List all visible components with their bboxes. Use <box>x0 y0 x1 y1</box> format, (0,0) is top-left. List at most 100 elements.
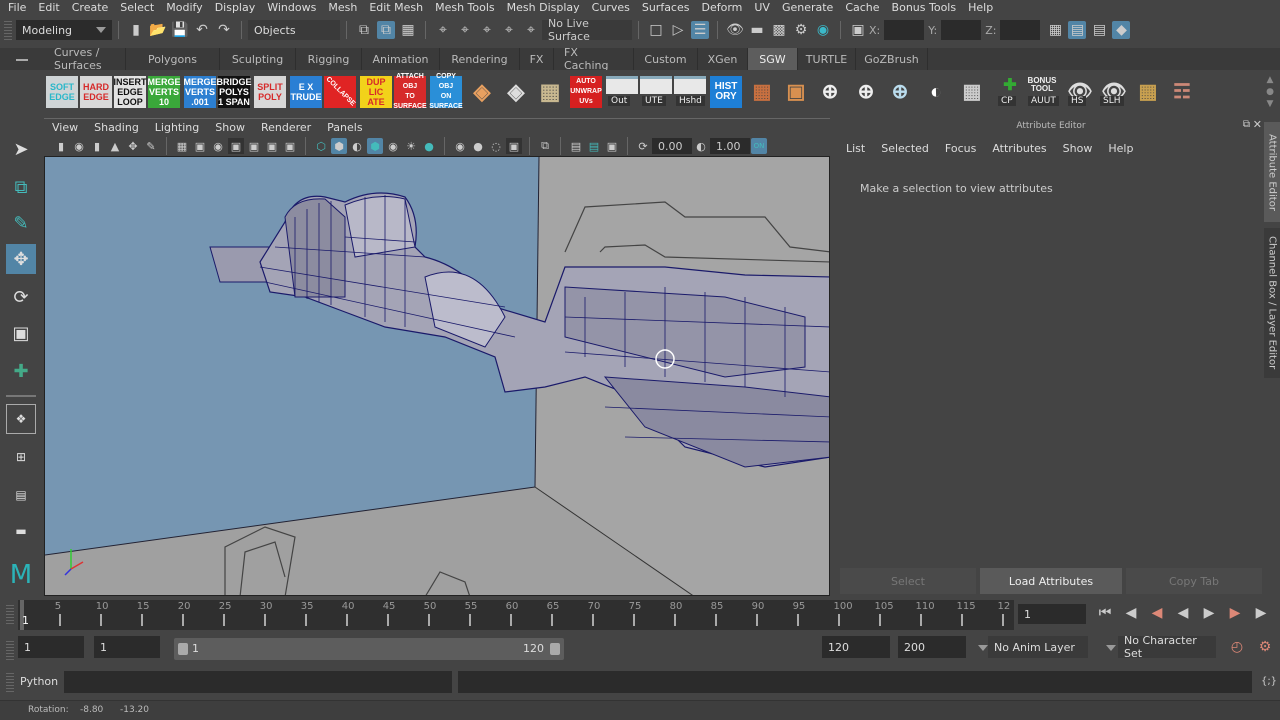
shelf-tab-animation[interactable]: Animation <box>362 48 440 70</box>
scale-tool-icon[interactable]: ▣ <box>6 318 36 348</box>
mode-dropdown[interactable]: Modeling <box>16 20 112 40</box>
xray-active-icon[interactable]: ▤ <box>586 138 602 154</box>
menu-mesh-display[interactable]: Mesh Display <box>507 1 580 14</box>
go-to-start-icon[interactable]: ⏮ <box>1096 604 1114 622</box>
range-slider[interactable]: 1 120 <box>174 638 564 660</box>
undo-icon[interactable]: ↶ <box>193 21 211 39</box>
shelf-button-e-x-trude[interactable]: E X TRUDE <box>290 76 322 108</box>
graph-persp-layout-icon[interactable]: ▬ <box>6 516 36 546</box>
snap-edge-icon[interactable]: ⊕ <box>884 76 916 108</box>
scene-end-field[interactable]: 200 <box>898 636 966 658</box>
resolution-gate-icon[interactable]: ◉ <box>210 138 226 154</box>
menu-edit[interactable]: Edit <box>38 1 59 14</box>
snap-view-icon[interactable]: ⌖ <box>500 21 518 39</box>
command-input[interactable] <box>64 671 452 693</box>
viewport-menu-renderer[interactable]: Renderer <box>261 121 311 134</box>
auto-unwrap-uvs-button[interactable]: AUTO UNWRAP UVs <box>570 76 602 108</box>
checker-icon[interactable]: ◐ <box>920 76 952 108</box>
snap-point-icon[interactable]: ⌖ <box>478 21 496 39</box>
menu-help[interactable]: Help <box>968 1 993 14</box>
shelf-scroll-handle[interactable]: ▲ ● ▼ <box>1264 74 1276 110</box>
ipr-render-icon[interactable]: ▩ <box>770 21 788 39</box>
play-forwards-icon[interactable]: ▶ <box>1200 604 1218 622</box>
grip-handle[interactable] <box>4 20 12 40</box>
menu-curves[interactable]: Curves <box>592 1 630 14</box>
save-scene-icon[interactable]: 💾 <box>171 21 189 39</box>
menu-modify[interactable]: Modify <box>166 1 202 14</box>
select-tool-icon[interactable]: ➤ <box>6 134 36 164</box>
exposure-icon[interactable]: ⟳ <box>635 138 651 154</box>
animation-preferences-icon[interactable]: ⚙ <box>1256 638 1274 656</box>
playback-end-field[interactable]: 120 <box>822 636 890 658</box>
tool-settings-icon[interactable]: ▤ <box>1090 21 1108 39</box>
shelf-tab-curves-surfaces[interactable]: Curves / Surfaces <box>44 46 126 72</box>
snap-curve-icon[interactable]: ⌖ <box>456 21 474 39</box>
shelf-tab-polygons[interactable]: Polygons <box>126 48 220 70</box>
layer-up-icon[interactable]: ◈ <box>466 76 498 108</box>
render-current-icon[interactable]: ▬ <box>748 21 766 39</box>
snap-surface-icon[interactable]: ⌖ <box>522 21 540 39</box>
rotate-tool-icon[interactable]: ⟳ <box>6 282 36 312</box>
timeline-ruler[interactable]: 1 5 10 15 20 25 30 35 40 45 50 55 60 65 70 75 80 85 90 95 1… <box>18 600 1014 630</box>
ae-menu-help[interactable]: Help <box>1108 142 1133 155</box>
menu-display[interactable]: Display <box>215 1 256 14</box>
menu-uv[interactable]: UV <box>754 1 770 14</box>
screen-space-ao-icon[interactable]: ● <box>421 138 437 154</box>
smooth-shade-icon[interactable]: ⬢ <box>331 138 347 154</box>
menu-generate[interactable]: Generate <box>782 1 833 14</box>
anim-layer-dropdown[interactable]: No Anim Layer <box>988 636 1088 658</box>
transform-mode-icon[interactable]: ▣ <box>849 21 867 39</box>
shelf-menu-icon[interactable] <box>16 59 28 61</box>
center-pivot-icon[interactable]: ✚ <box>994 76 1026 96</box>
shelf-button-merge-verts-001[interactable]: MERGE VERTS .001 <box>184 76 217 108</box>
viewport-menu-view[interactable]: View <box>52 121 78 134</box>
field-chart-icon[interactable]: ▣ <box>246 138 262 154</box>
box-icon[interactable]: ▣ <box>780 76 812 108</box>
y-field[interactable] <box>941 20 982 40</box>
isolate-select-icon[interactable]: ▣ <box>506 138 522 154</box>
image-plane-icon[interactable]: ▲ <box>107 138 123 154</box>
shelf-button-copy-obj-on-surface[interactable]: COPY OBJ ON SURFACE <box>429 73 462 110</box>
history-button[interactable]: HIST ORY <box>710 76 742 108</box>
shelf-tab-fx-caching[interactable]: FX Caching <box>554 46 634 72</box>
select-button[interactable]: Select <box>840 568 976 594</box>
select-component-icon[interactable]: ▦ <box>399 21 417 39</box>
four-pane-layout-icon[interactable]: ⊞ <box>6 442 36 472</box>
copy-tab-button[interactable]: Copy Tab <box>1126 568 1262 594</box>
viewport-menu-show[interactable]: Show <box>215 121 245 134</box>
float-panel-icon[interactable]: ⧉ <box>1243 119 1250 130</box>
step-back-frame-icon[interactable]: ◀ <box>1122 604 1140 622</box>
menu-select[interactable]: Select <box>120 1 154 14</box>
wireframe-icon[interactable]: ⬡ <box>313 138 329 154</box>
anti-aliasing-icon[interactable]: ● <box>470 138 486 154</box>
menu-edit-mesh[interactable]: Edit Mesh <box>369 1 423 14</box>
chevron-down-icon[interactable] <box>1106 645 1116 651</box>
outliner-persp-layout-icon[interactable]: ▤ <box>6 480 36 510</box>
lasso-tool-icon[interactable]: ⧉ <box>6 172 36 202</box>
construction-history-icon[interactable]: ☰ <box>691 21 709 39</box>
shelf-tab-xgen[interactable]: XGen <box>698 48 748 70</box>
chevron-down-icon[interactable] <box>978 645 988 651</box>
play-backwards-icon[interactable]: ◀ <box>1174 604 1192 622</box>
xray-icon[interactable]: ⧉ <box>537 138 553 154</box>
z-field[interactable] <box>1000 20 1041 40</box>
shelf-button-soft-edge[interactable]: SOFT EDGE <box>46 76 78 108</box>
snap-grid-icon[interactable]: ⌖ <box>434 21 452 39</box>
layout-icon[interactable]: ▦ <box>956 76 988 108</box>
grip-handle[interactable] <box>6 672 14 692</box>
shelf-button-split-poly[interactable]: SPLIT POLY <box>254 76 286 108</box>
render-view-icon[interactable]: 👁 <box>726 21 744 39</box>
render-settings-icon[interactable]: ⚙ <box>792 21 810 39</box>
grease-pencil-icon[interactable]: ✎ <box>143 138 159 154</box>
ae-menu-focus[interactable]: Focus <box>945 142 976 155</box>
input-ops-icon[interactable]: □ <box>647 21 665 39</box>
wireframe-on-shaded-icon[interactable]: ◐ <box>349 138 365 154</box>
hypershade-icon[interactable]: ◉ <box>814 21 832 39</box>
range-min-handle[interactable] <box>178 643 188 655</box>
modeling-toolkit-icon[interactable]: ▦ <box>1046 21 1064 39</box>
uv-tiles-icon[interactable]: ▦ <box>534 76 566 108</box>
shelf-tab-turtle[interactable]: TURTLE <box>798 48 856 70</box>
ae-menu-show[interactable]: Show <box>1063 142 1093 155</box>
current-frame-field[interactable]: 1 <box>1018 604 1086 624</box>
shelf-button-collapse[interactable]: COLLAPSE <box>324 76 356 108</box>
